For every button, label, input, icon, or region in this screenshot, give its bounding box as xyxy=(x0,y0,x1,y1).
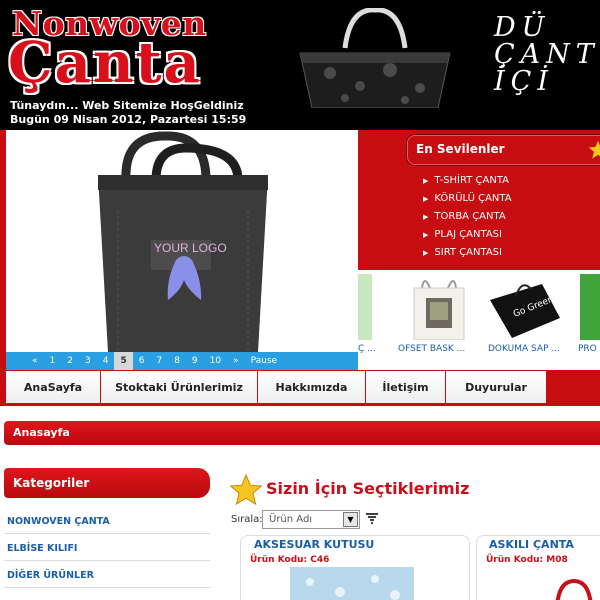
star-icon xyxy=(588,140,600,160)
menu-item-about[interactable]: Hakkımızda xyxy=(258,371,366,403)
arrow-right-icon: ▶ xyxy=(423,194,429,203)
product-name[interactable]: AKSESUAR KUTUSU xyxy=(252,538,377,551)
image-slider[interactable]: YOUR LOGO xyxy=(6,130,358,370)
product-card[interactable]: ASKILI ÇANTA Ürün Kodu: M08 xyxy=(476,535,600,600)
carousel-item-label: Ç ... xyxy=(358,344,376,354)
carousel-item-label: DOKUMA SAP ... xyxy=(488,344,560,354)
page: Nonwoven Çanta Tünaydın... Web Sitemize … xyxy=(0,0,600,600)
favorite-item-label: TORBA ÇANTA xyxy=(434,211,506,222)
product-carousel: Ç ... OFSET BASK ... Go Green DOKUMA SAP… xyxy=(358,270,600,370)
arrow-right-icon: ▶ xyxy=(423,230,429,239)
pager-8[interactable]: 8 xyxy=(168,352,186,370)
pager-6[interactable]: 6 xyxy=(133,352,151,370)
pager-7[interactable]: 7 xyxy=(150,352,168,370)
favorite-item-plaj[interactable]: ▶ PLAJ ÇANTASI xyxy=(423,229,502,240)
carousel-item[interactable]: Go Green DOKUMA SAP ... xyxy=(480,270,570,370)
carousel-item-image: Go Green xyxy=(490,284,560,338)
header-slogan: DÜ ÇANT İÇİ xyxy=(494,14,600,95)
menu-item-stock-products[interactable]: Stoktaki Ürünlerimiz xyxy=(101,371,258,403)
pager-prev[interactable]: « xyxy=(26,352,44,370)
carousel-item-label: OFSET BASK ... xyxy=(398,344,466,354)
date-time-text: Bugün 09 Nisan 2012, Pazartesi 15:59 xyxy=(10,113,247,126)
menu-item-announcements[interactable]: Duyurular xyxy=(446,371,546,403)
category-divider xyxy=(4,533,210,534)
sort-order-icon[interactable] xyxy=(365,511,379,525)
favorites-title: En Sevilenler xyxy=(416,142,505,156)
product-card[interactable]: AKSESUAR KUTUSU Ürün Kodu: C46 xyxy=(240,535,470,600)
favorite-item-tshirt[interactable]: ▶ T-SHİRT ÇANTA xyxy=(423,175,509,186)
sort-label: Sırala: xyxy=(231,514,263,525)
pager-3[interactable]: 3 xyxy=(79,352,97,370)
category-diger-urunler[interactable]: DİĞER ÜRÜNLER xyxy=(7,570,94,581)
star-icon xyxy=(229,473,263,506)
bag-logo-text: YOUR LOGO xyxy=(154,241,227,255)
carousel-item[interactable]: PRO xyxy=(572,270,600,370)
slogan-line-3: İÇİ xyxy=(494,66,554,97)
favorite-item-torba[interactable]: ▶ TORBA ÇANTA xyxy=(423,211,506,222)
product-code: Ürün Kodu: M08 xyxy=(486,555,568,565)
carousel-item-image xyxy=(358,274,372,340)
section-title: Sizin İçin Seçtiklerimiz xyxy=(266,479,470,498)
favorite-item-label: KÖRÜLÜ ÇANTA xyxy=(434,193,512,204)
favorite-item-korulu[interactable]: ▶ KÖRÜLÜ ÇANTA xyxy=(423,193,512,204)
carousel-item[interactable]: Ç ... xyxy=(358,270,388,370)
greeting-text: Tünaydın... Web Sitemize HoşGeldiniz xyxy=(10,99,244,112)
breadcrumb-bar xyxy=(4,421,600,445)
header-bag-image xyxy=(299,8,451,108)
chevron-down-icon[interactable]: ▼ xyxy=(343,512,358,527)
arrow-right-icon: ▶ xyxy=(423,248,429,257)
favorite-item-label: T-SHİRT ÇANTA xyxy=(434,175,509,186)
slider-bag-image[interactable]: YOUR LOGO xyxy=(6,130,358,352)
pager-pause[interactable]: Pause xyxy=(245,352,283,370)
slider-pager: « 1 2 3 4 5 6 7 8 9 10 » Pause xyxy=(6,352,358,370)
arrow-right-icon: ▶ xyxy=(423,212,429,221)
menu-item-contact[interactable]: İletişim xyxy=(366,371,446,403)
categories-title: Kategoriler xyxy=(13,476,90,490)
pager-next[interactable]: » xyxy=(227,352,245,370)
favorite-item-label: SIRT ÇANTASI xyxy=(434,247,502,258)
breadcrumb[interactable]: Anasayfa xyxy=(13,426,70,439)
pager-10[interactable]: 10 xyxy=(204,352,227,370)
pager-2[interactable]: 2 xyxy=(61,352,79,370)
favorite-item-sirt[interactable]: ▶ SIRT ÇANTASI xyxy=(423,247,502,258)
pager-9[interactable]: 9 xyxy=(186,352,204,370)
carousel-item[interactable]: OFSET BASK ... xyxy=(398,270,480,370)
product-name[interactable]: ASKILI ÇANTA xyxy=(487,538,576,551)
product-code: Ürün Kodu: C46 xyxy=(250,555,330,565)
main-menu: AnaSayfa Stoktaki Ürünlerimiz Hakkımızda… xyxy=(6,371,546,403)
logo-text-main[interactable]: Çanta xyxy=(8,30,202,96)
site-header: Nonwoven Çanta Tünaydın... Web Sitemize … xyxy=(0,0,600,130)
category-divider xyxy=(4,587,210,588)
carousel-item-label: PRO xyxy=(578,344,597,354)
pager-4[interactable]: 4 xyxy=(97,352,115,370)
product-image[interactable] xyxy=(547,576,600,600)
category-nonwoven-canta[interactable]: NONWOVEN ÇANTA xyxy=(7,516,110,527)
category-divider xyxy=(4,560,210,561)
carousel-item-image xyxy=(580,274,600,340)
favorite-item-label: PLAJ ÇANTASI xyxy=(434,229,502,240)
product-image[interactable] xyxy=(290,567,414,600)
pager-1[interactable]: 1 xyxy=(44,352,62,370)
carousel-item-image xyxy=(413,280,465,340)
arrow-right-icon: ▶ xyxy=(423,176,429,185)
category-elbise-kilifi[interactable]: ELBİSE KILIFI xyxy=(7,543,77,554)
pager-5-active[interactable]: 5 xyxy=(114,352,133,370)
menu-item-home[interactable]: AnaSayfa xyxy=(6,371,101,403)
